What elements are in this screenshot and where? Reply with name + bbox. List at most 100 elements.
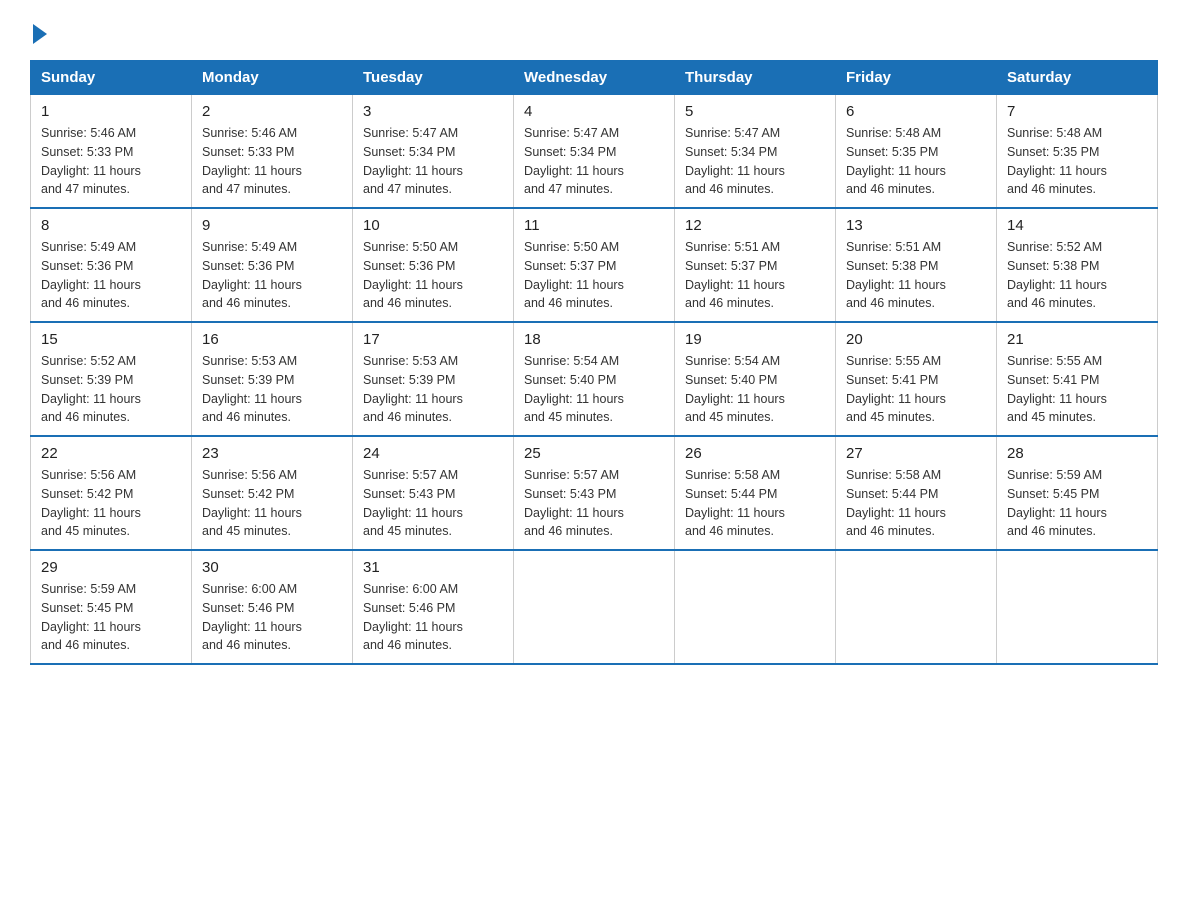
calendar-cell: 3 Sunrise: 5:47 AMSunset: 5:34 PMDaylight…: [353, 95, 514, 209]
calendar-cell: 21Sunrise: 5:55 AMSunset: 5:41 PMDayligh…: [997, 322, 1158, 436]
day-info: Sunrise: 5:49 AMSunset: 5:36 PMDaylight:…: [202, 238, 342, 313]
column-header-tuesday: Tuesday: [353, 61, 514, 95]
day-number: 23: [202, 445, 342, 462]
day-number: 8: [41, 217, 181, 234]
calendar-cell: 4 Sunrise: 5:47 AMSunset: 5:34 PMDaylight…: [514, 95, 675, 209]
calendar-cell: 24 Sunrise: 5:57 AMSunset: 5:43 PMDayligh…: [353, 436, 514, 550]
calendar-cell: 27Sunrise: 5:58 AMSunset: 5:44 PMDayligh…: [836, 436, 997, 550]
day-number: 11: [524, 217, 664, 234]
logo: [30, 20, 47, 42]
day-info: Sunrise: 5:51 AMSunset: 5:37 PMDaylight:…: [685, 238, 825, 313]
calendar-cell: 29 Sunrise: 5:59 AMSunset: 5:45 PMDayligh…: [31, 550, 192, 664]
day-info: Sunrise: 5:50 AMSunset: 5:36 PMDaylight:…: [363, 238, 503, 313]
day-number: 7: [1007, 103, 1147, 120]
logo-arrow-icon: [33, 24, 47, 44]
calendar-cell: 22 Sunrise: 5:56 AMSunset: 5:42 PMDayligh…: [31, 436, 192, 550]
calendar-cell: 25 Sunrise: 5:57 AMSunset: 5:43 PMDayligh…: [514, 436, 675, 550]
day-info: Sunrise: 5:59 AMSunset: 5:45 PMDaylight:…: [1007, 466, 1147, 541]
day-number: 9: [202, 217, 342, 234]
calendar-cell: 7 Sunrise: 5:48 AMSunset: 5:35 PMDaylight…: [997, 95, 1158, 209]
day-info: Sunrise: 5:55 AMSunset: 5:41 PMDaylight:…: [846, 352, 986, 427]
calendar-cell: [514, 550, 675, 664]
calendar-cell: 6Sunrise: 5:48 AMSunset: 5:35 PMDaylight…: [836, 95, 997, 209]
calendar-week-row: 1 Sunrise: 5:46 AMSunset: 5:33 PMDaylight…: [31, 95, 1158, 209]
day-info: Sunrise: 6:00 AMSunset: 5:46 PMDaylight:…: [363, 580, 503, 655]
day-info: Sunrise: 5:56 AMSunset: 5:42 PMDaylight:…: [202, 466, 342, 541]
calendar-cell: 13Sunrise: 5:51 AMSunset: 5:38 PMDayligh…: [836, 208, 997, 322]
calendar-week-row: 29 Sunrise: 5:59 AMSunset: 5:45 PMDayligh…: [31, 550, 1158, 664]
calendar-cell: 11 Sunrise: 5:50 AMSunset: 5:37 PMDayligh…: [514, 208, 675, 322]
day-info: Sunrise: 5:49 AMSunset: 5:36 PMDaylight:…: [41, 238, 181, 313]
day-info: Sunrise: 5:53 AMSunset: 5:39 PMDaylight:…: [363, 352, 503, 427]
page-header: [30, 20, 1158, 42]
day-number: 29: [41, 559, 181, 576]
column-header-saturday: Saturday: [997, 61, 1158, 95]
day-number: 10: [363, 217, 503, 234]
day-number: 5: [685, 103, 825, 120]
calendar-cell: 18 Sunrise: 5:54 AMSunset: 5:40 PMDayligh…: [514, 322, 675, 436]
column-header-friday: Friday: [836, 61, 997, 95]
day-info: Sunrise: 5:48 AMSunset: 5:35 PMDaylight:…: [1007, 124, 1147, 199]
calendar-cell: 1 Sunrise: 5:46 AMSunset: 5:33 PMDaylight…: [31, 95, 192, 209]
day-info: Sunrise: 5:58 AMSunset: 5:44 PMDaylight:…: [685, 466, 825, 541]
day-info: Sunrise: 5:57 AMSunset: 5:43 PMDaylight:…: [524, 466, 664, 541]
column-header-monday: Monday: [192, 61, 353, 95]
day-number: 18: [524, 331, 664, 348]
calendar-week-row: 22 Sunrise: 5:56 AMSunset: 5:42 PMDayligh…: [31, 436, 1158, 550]
day-number: 3: [363, 103, 503, 120]
calendar-week-row: 15Sunrise: 5:52 AMSunset: 5:39 PMDayligh…: [31, 322, 1158, 436]
day-info: Sunrise: 5:50 AMSunset: 5:37 PMDaylight:…: [524, 238, 664, 313]
day-number: 27: [846, 445, 986, 462]
day-info: Sunrise: 5:46 AMSunset: 5:33 PMDaylight:…: [41, 124, 181, 199]
calendar-cell: 28 Sunrise: 5:59 AMSunset: 5:45 PMDayligh…: [997, 436, 1158, 550]
calendar-cell: 10 Sunrise: 5:50 AMSunset: 5:36 PMDayligh…: [353, 208, 514, 322]
calendar-cell: 8 Sunrise: 5:49 AMSunset: 5:36 PMDaylight…: [31, 208, 192, 322]
calendar-cell: 2Sunrise: 5:46 AMSunset: 5:33 PMDaylight…: [192, 95, 353, 209]
calendar-cell: 15Sunrise: 5:52 AMSunset: 5:39 PMDayligh…: [31, 322, 192, 436]
day-number: 20: [846, 331, 986, 348]
calendar-cell: 31 Sunrise: 6:00 AMSunset: 5:46 PMDayligh…: [353, 550, 514, 664]
calendar-week-row: 8 Sunrise: 5:49 AMSunset: 5:36 PMDaylight…: [31, 208, 1158, 322]
calendar-table: SundayMondayTuesdayWednesdayThursdayFrid…: [30, 60, 1158, 665]
calendar-cell: 12 Sunrise: 5:51 AMSunset: 5:37 PMDayligh…: [675, 208, 836, 322]
calendar-cell: [997, 550, 1158, 664]
day-number: 1: [41, 103, 181, 120]
day-info: Sunrise: 5:47 AMSunset: 5:34 PMDaylight:…: [524, 124, 664, 199]
day-number: 25: [524, 445, 664, 462]
day-info: Sunrise: 5:51 AMSunset: 5:38 PMDaylight:…: [846, 238, 986, 313]
day-info: Sunrise: 5:59 AMSunset: 5:45 PMDaylight:…: [41, 580, 181, 655]
calendar-cell: 20 Sunrise: 5:55 AMSunset: 5:41 PMDayligh…: [836, 322, 997, 436]
day-info: Sunrise: 5:55 AMSunset: 5:41 PMDaylight:…: [1007, 352, 1147, 427]
day-number: 4: [524, 103, 664, 120]
day-info: Sunrise: 5:54 AMSunset: 5:40 PMDaylight:…: [524, 352, 664, 427]
calendar-header-row: SundayMondayTuesdayWednesdayThursdayFrid…: [31, 61, 1158, 95]
day-info: Sunrise: 5:53 AMSunset: 5:39 PMDaylight:…: [202, 352, 342, 427]
day-number: 16: [202, 331, 342, 348]
day-number: 6: [846, 103, 986, 120]
calendar-cell: [836, 550, 997, 664]
calendar-cell: 16 Sunrise: 5:53 AMSunset: 5:39 PMDayligh…: [192, 322, 353, 436]
day-info: Sunrise: 5:57 AMSunset: 5:43 PMDaylight:…: [363, 466, 503, 541]
calendar-cell: 17 Sunrise: 5:53 AMSunset: 5:39 PMDayligh…: [353, 322, 514, 436]
day-number: 28: [1007, 445, 1147, 462]
day-number: 15: [41, 331, 181, 348]
day-number: 31: [363, 559, 503, 576]
day-number: 14: [1007, 217, 1147, 234]
day-number: 12: [685, 217, 825, 234]
calendar-cell: [675, 550, 836, 664]
calendar-cell: 30 Sunrise: 6:00 AMSunset: 5:46 PMDayligh…: [192, 550, 353, 664]
day-info: Sunrise: 5:47 AMSunset: 5:34 PMDaylight:…: [685, 124, 825, 199]
day-number: 22: [41, 445, 181, 462]
day-number: 30: [202, 559, 342, 576]
calendar-cell: 19Sunrise: 5:54 AMSunset: 5:40 PMDayligh…: [675, 322, 836, 436]
day-number: 2: [202, 103, 342, 120]
column-header-wednesday: Wednesday: [514, 61, 675, 95]
day-info: Sunrise: 5:47 AMSunset: 5:34 PMDaylight:…: [363, 124, 503, 199]
calendar-cell: 14 Sunrise: 5:52 AMSunset: 5:38 PMDayligh…: [997, 208, 1158, 322]
day-number: 24: [363, 445, 503, 462]
day-info: Sunrise: 5:56 AMSunset: 5:42 PMDaylight:…: [41, 466, 181, 541]
day-number: 17: [363, 331, 503, 348]
day-info: Sunrise: 5:52 AMSunset: 5:38 PMDaylight:…: [1007, 238, 1147, 313]
day-info: Sunrise: 6:00 AMSunset: 5:46 PMDaylight:…: [202, 580, 342, 655]
calendar-cell: 5 Sunrise: 5:47 AMSunset: 5:34 PMDaylight…: [675, 95, 836, 209]
